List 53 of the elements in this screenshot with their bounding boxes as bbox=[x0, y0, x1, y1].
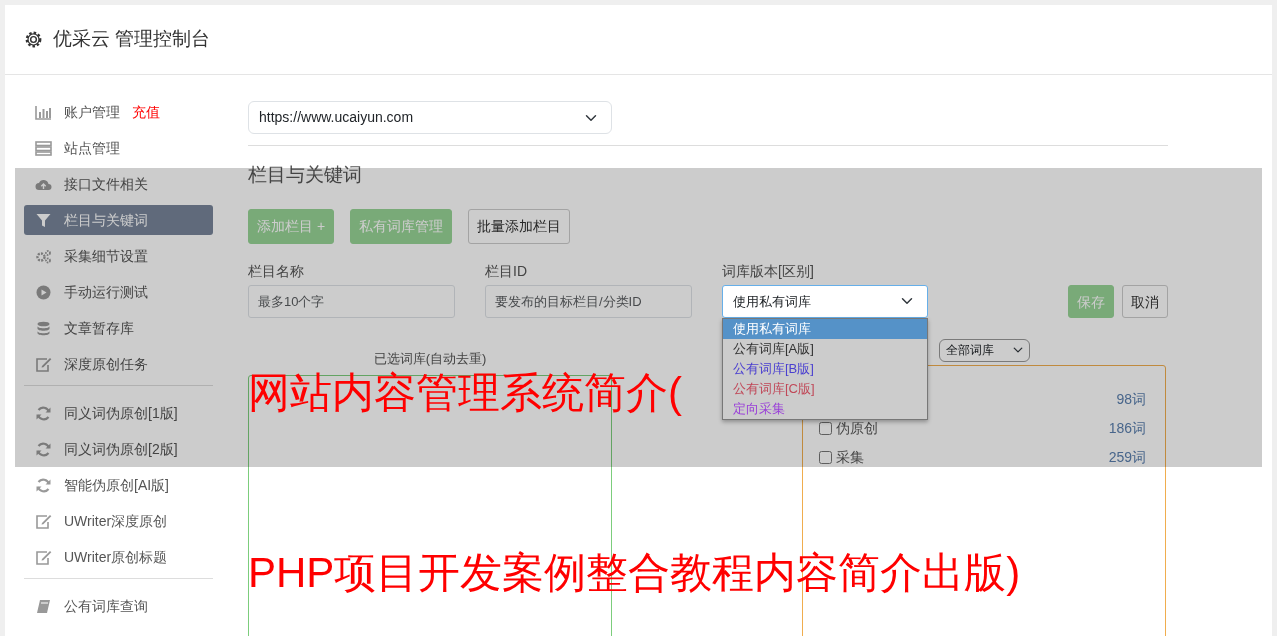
edit-icon bbox=[35, 549, 52, 565]
word-count: 98词 bbox=[1116, 389, 1146, 409]
database-icon bbox=[35, 320, 52, 336]
sidebar-item[interactable]: 接口文件相关 bbox=[24, 169, 213, 199]
overlay-caption: 网站内容管理系统简介( bbox=[248, 372, 682, 414]
dropdown-option[interactable]: 使用私有词库 bbox=[723, 318, 927, 339]
refresh-icon bbox=[35, 405, 52, 421]
library-name: 采集 bbox=[836, 447, 864, 467]
input-field[interactable]: 最多10个字 bbox=[248, 284, 455, 318]
panel-title: 已选词库(自动去重) bbox=[372, 349, 488, 368]
word-count: 259词 bbox=[1108, 447, 1146, 467]
refresh-icon bbox=[35, 441, 52, 457]
filter-icon bbox=[35, 212, 52, 228]
refresh-icon bbox=[35, 477, 52, 493]
library-name: 伪原创 bbox=[836, 418, 878, 438]
sidebar-item[interactable]: 同义词伪原创[2版] bbox=[24, 434, 213, 464]
console-title: 优采云 管理控制台 bbox=[53, 27, 211, 52]
checkbox[interactable] bbox=[819, 421, 832, 435]
cancel-button[interactable]: 取消 bbox=[1122, 284, 1168, 318]
word-count: 186词 bbox=[1108, 418, 1146, 438]
field-label: 栏目ID bbox=[485, 261, 528, 281]
field-label: 栏目名称 bbox=[248, 261, 305, 281]
field-label: 词库版本[区别] bbox=[722, 261, 815, 281]
sidebar-item[interactable]: 栏目与关键词 bbox=[24, 205, 213, 235]
sidebar-item[interactable]: 智能伪原创[AI版] bbox=[24, 470, 213, 500]
sidebar-item[interactable]: 手动运行测试 bbox=[24, 277, 213, 307]
section-title: 栏目与关键词 bbox=[248, 164, 363, 187]
dropdown-option[interactable]: 定向采集 bbox=[723, 398, 927, 419]
chart-icon bbox=[35, 104, 52, 120]
sidebar-item[interactable]: 文章暂存库 bbox=[24, 313, 213, 343]
settings-icon bbox=[24, 30, 43, 49]
sidebar-item[interactable]: 站点管理 bbox=[24, 133, 213, 163]
sidebar-item[interactable]: 采集细节设置 bbox=[24, 241, 213, 271]
dropdown-option[interactable]: 公有词库[A版] bbox=[723, 338, 927, 359]
edit-icon bbox=[35, 356, 52, 372]
input-field[interactable]: 要发布的目标栏目/分类ID bbox=[485, 284, 692, 318]
toolbar-button[interactable]: 批量添加栏目 bbox=[468, 208, 571, 244]
recharge-link[interactable]: 充值 bbox=[132, 101, 160, 123]
site-select[interactable]: https://www.ucaiyun.com bbox=[248, 101, 612, 134]
play-icon bbox=[35, 284, 52, 300]
checkbox[interactable] bbox=[819, 450, 832, 464]
sidebar-item[interactable]: 同义词伪原创[1版] bbox=[24, 398, 213, 428]
sidebar-item[interactable]: 账户管理 bbox=[64, 101, 120, 123]
book-icon bbox=[35, 598, 52, 614]
sidebar-item[interactable]: UWriter深度原创 bbox=[24, 506, 213, 536]
dropdown-option[interactable]: 公有词库[B版] bbox=[723, 358, 927, 379]
sidebar-item[interactable]: UWriter原创标题 bbox=[24, 542, 213, 572]
server-icon bbox=[35, 140, 52, 156]
library-filter-select[interactable]: 全部词库 bbox=[939, 338, 1030, 362]
sidebar-item[interactable]: 公有词库查询 bbox=[24, 591, 213, 621]
sidebar-item[interactable]: 深度原创任务 bbox=[24, 349, 213, 379]
edit-icon bbox=[35, 513, 52, 529]
library-version-select[interactable]: 使用私有词库 bbox=[722, 284, 928, 318]
